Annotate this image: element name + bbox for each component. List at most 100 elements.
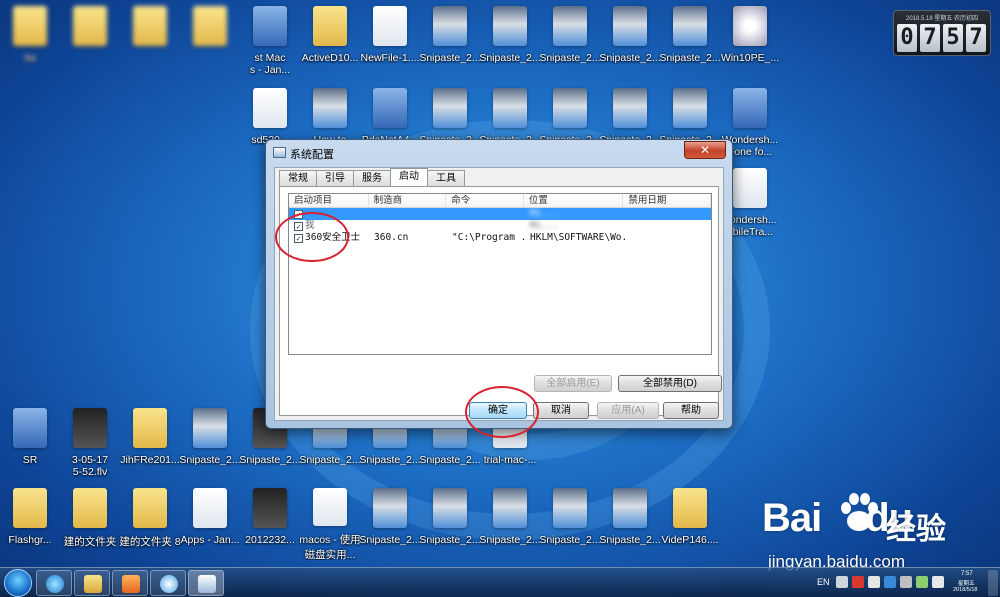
- folder-icon: [73, 488, 107, 528]
- help-button[interactable]: 帮助: [663, 402, 719, 419]
- shot-icon: [553, 88, 587, 128]
- network-icon[interactable]: [868, 576, 880, 588]
- desktop-icon-label: Snipaste_2...: [479, 534, 541, 546]
- desktop-icon[interactable]: Snipaste_2...: [539, 484, 601, 560]
- tab-general[interactable]: 常规: [279, 170, 317, 186]
- desktop-icon[interactable]: [120, 2, 180, 78]
- startup-row[interactable]: ✓ 我 Mi...: [289, 220, 711, 232]
- tray-icon[interactable]: [836, 576, 848, 588]
- language-indicator[interactable]: EN: [817, 577, 830, 587]
- show-desktop-button[interactable]: [988, 570, 998, 596]
- cell-location: HKLM\SOFTWARE\Wo...: [530, 232, 625, 243]
- clock-gadget[interactable]: 2018.5.18 星期五 农历初四 0 7 5 7: [893, 10, 991, 56]
- desktop-icon[interactable]: Snipaste_2...: [479, 2, 541, 78]
- desktop-icon[interactable]: tia: [0, 2, 60, 78]
- desktop-icon[interactable]: 建的文件夹: [60, 484, 120, 560]
- taskbar-explorer[interactable]: [74, 570, 110, 596]
- doc-icon: [313, 488, 347, 526]
- shot-icon: [433, 88, 467, 128]
- desktop-icon-label: Snipaste_2...: [419, 52, 481, 64]
- list-header: 启动项目 制造商 命令 位置 禁用日期: [289, 194, 711, 208]
- taskbar-ie[interactable]: [36, 570, 72, 596]
- taskbar-app[interactable]: [150, 570, 186, 596]
- desktop-icon[interactable]: [180, 2, 240, 78]
- cell-location: Mi...: [530, 208, 559, 219]
- cell-maker: [369, 208, 447, 220]
- desktop-icon[interactable]: st Mac s - Jan...: [240, 2, 300, 78]
- cell-command: [447, 220, 525, 232]
- folder-icon: [133, 488, 167, 528]
- column-header-disabled-date[interactable]: 禁用日期: [623, 194, 711, 207]
- desktop-icon[interactable]: Win10PE_...: [720, 2, 780, 78]
- enable-all-button[interactable]: 全部启用(E): [534, 375, 612, 392]
- column-header-location[interactable]: 位置: [524, 194, 624, 207]
- clock-digit: 7: [966, 24, 986, 52]
- column-header-maker[interactable]: 制造商: [369, 194, 447, 207]
- desktop-icon[interactable]: 3-05-17 5-52.flv: [60, 404, 120, 480]
- startup-item-list[interactable]: 启动项目 制造商 命令 位置 禁用日期 ✓ Mi... ✓ 我 Mi... ✓ 360安全卫…: [288, 193, 712, 355]
- flag-icon[interactable]: [852, 576, 864, 588]
- folder-icon: [313, 6, 347, 46]
- close-button[interactable]: ✕: [684, 141, 726, 159]
- tray-time[interactable]: 7:57: [961, 571, 973, 577]
- desktop-icon[interactable]: Snipaste_2...: [659, 2, 721, 78]
- desktop-icon[interactable]: [60, 2, 120, 78]
- desktop-icon[interactable]: Snipaste_2...: [539, 2, 601, 78]
- desktop-icon[interactable]: Snipaste_2...: [419, 484, 481, 560]
- shot-icon: [553, 6, 587, 46]
- apply-button[interactable]: 应用(A): [597, 402, 659, 419]
- desktop-icon[interactable]: 建的文件夹 8: [119, 484, 181, 560]
- desktop-icon[interactable]: Snipaste_2...: [419, 2, 481, 78]
- volume-icon[interactable]: [932, 576, 944, 588]
- desktop-icon[interactable]: VideP146....: [660, 484, 720, 560]
- shot-icon: [313, 88, 347, 128]
- tab-strip: 常规 引导 服务 启动 工具: [279, 168, 465, 186]
- tray-date: 2018/5/18: [953, 587, 978, 593]
- desktop-icon-label: Flashgr...: [8, 534, 52, 546]
- folder-icon: [133, 6, 167, 46]
- desktop-icon[interactable]: JihFRe201...: [120, 404, 180, 480]
- desktop-icon-label: 建的文件夹: [63, 536, 117, 548]
- desktop-icon[interactable]: macos - 使用 磁盘实用...: [299, 484, 361, 560]
- desktop-icon[interactable]: Snipaste_2...: [359, 484, 421, 560]
- tray-icon[interactable]: [900, 576, 912, 588]
- doc-icon: [193, 488, 227, 528]
- tab-startup[interactable]: 启动: [390, 168, 428, 186]
- desktop-icon[interactable]: Snipaste_2...: [179, 404, 241, 480]
- folder-icon: [13, 6, 47, 46]
- doc-icon: [373, 6, 407, 46]
- tray-icon[interactable]: [884, 576, 896, 588]
- taskbar-msconfig[interactable]: [188, 570, 224, 596]
- desktop-icon[interactable]: Snipaste_2...: [599, 484, 661, 560]
- desktop-icon[interactable]: ActiveD10...: [300, 2, 360, 78]
- tab-services[interactable]: 服务: [353, 170, 391, 186]
- ie-icon: [46, 575, 64, 593]
- desktop-icon-label: Snipaste_2...: [419, 534, 481, 546]
- cell-maker: [369, 220, 447, 232]
- folder-icon: [73, 6, 107, 46]
- desktop-icon[interactable]: Snipaste_2...: [479, 484, 541, 560]
- startup-row[interactable]: ✓360安全卫士360.cn"C:\Program ...HKLM\SOFTWA…: [289, 232, 711, 244]
- tray-icon[interactable]: [916, 576, 928, 588]
- folder-icon: [133, 408, 167, 448]
- start-button[interactable]: [4, 569, 32, 597]
- startup-row[interactable]: ✓ Mi...: [289, 208, 711, 220]
- desktop-icon[interactable]: NewFile-1....: [360, 2, 420, 78]
- column-header-command[interactable]: 命令: [446, 194, 524, 207]
- desktop-icon[interactable]: Snipaste_2...: [599, 2, 661, 78]
- column-header-item[interactable]: 启动项目: [289, 194, 369, 207]
- dialog-title: 系统配置: [290, 149, 334, 161]
- disable-all-button[interactable]: 全部禁用(D): [618, 375, 722, 392]
- desktop-icon-label: 2012232...: [245, 534, 295, 546]
- tab-tools[interactable]: 工具: [427, 170, 465, 186]
- cancel-button[interactable]: 取消: [533, 402, 589, 419]
- desktop-icon[interactable]: 2012232...: [240, 484, 300, 560]
- dialog-titlebar[interactable]: 系统配置 ✕: [266, 140, 732, 166]
- desktop-icon-label: Snipaste_2...: [299, 454, 361, 466]
- desktop-icon[interactable]: Flashgr...: [0, 484, 60, 560]
- tab-boot[interactable]: 引导: [316, 170, 354, 186]
- desktop-icon[interactable]: SR: [0, 404, 60, 480]
- desktop-icon-label: Snipaste_2...: [599, 534, 661, 546]
- taskbar-media-player[interactable]: [112, 570, 148, 596]
- desktop-icon[interactable]: Apps - Jan...: [180, 484, 240, 560]
